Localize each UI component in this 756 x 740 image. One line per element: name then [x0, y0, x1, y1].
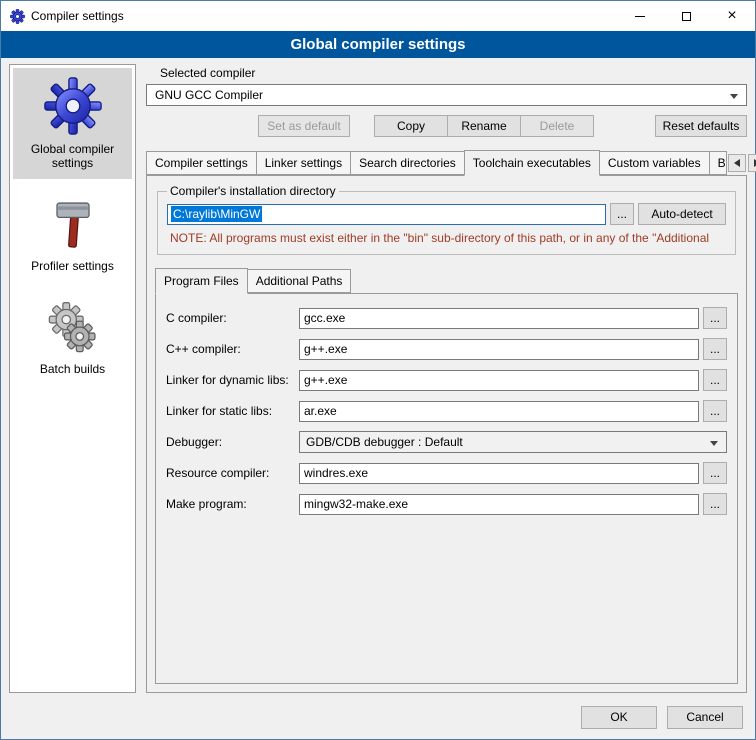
bin-subdirectory-note: NOTE: All programs must exist either in …	[170, 231, 723, 245]
installation-directory-legend: Compiler's installation directory	[167, 184, 339, 198]
close-icon[interactable]: ×	[709, 1, 755, 31]
program-files-tabstrip: Program Files Additional Paths	[155, 268, 738, 293]
tab-toolchain-executables[interactable]: Toolchain executables	[464, 150, 600, 176]
compiler-select[interactable]: GNU GCC Compiler	[146, 84, 747, 106]
form-row-debugger: Debugger: GDB/CDB debugger : Default	[166, 431, 727, 453]
maximize-icon[interactable]	[663, 1, 709, 31]
debugger-select[interactable]: GDB/CDB debugger : Default	[299, 431, 727, 453]
sidebar-item-global-compiler-settings[interactable]: Global compiler settings	[13, 68, 132, 179]
installation-directory-group: Compiler's installation directory C:\ray…	[157, 184, 736, 255]
sidebar-item-label: Profiler settings	[31, 259, 114, 273]
chevron-down-icon	[710, 441, 718, 446]
linker-dynamic-browse-button[interactable]: ...	[703, 369, 727, 391]
make-program-label: Make program:	[166, 497, 299, 511]
selected-compiler-label: Selected compiler	[160, 66, 747, 80]
compiler-select-value: GNU GCC Compiler	[155, 88, 263, 102]
sidebar-item-label: Batch builds	[40, 362, 105, 376]
sidebar-item-label: Global compiler settings	[15, 142, 130, 170]
form-row-resource-compiler: Resource compiler: ...	[166, 462, 727, 484]
titlebar: Compiler settings ×	[1, 1, 755, 31]
settings-tabstrip: Compiler settings Linker settings Search…	[146, 150, 747, 175]
tab-linker-settings[interactable]: Linker settings	[256, 151, 351, 175]
linker-static-input[interactable]	[299, 401, 699, 422]
linker-dynamic-label: Linker for dynamic libs:	[166, 373, 299, 387]
tab-search-directories[interactable]: Search directories	[350, 151, 465, 175]
tab-build-options-truncated[interactable]: Buil	[709, 151, 727, 175]
tab-custom-variables[interactable]: Custom variables	[599, 151, 710, 175]
sidebar-item-batch-builds[interactable]: Batch builds	[13, 292, 132, 385]
form-row-make-program: Make program: ...	[166, 493, 727, 515]
delete-button: Delete	[520, 115, 594, 137]
compiler-settings-window: Compiler settings × Global compiler sett…	[0, 0, 756, 740]
cpp-compiler-label: C++ compiler:	[166, 342, 299, 356]
tab-compiler-settings[interactable]: Compiler settings	[146, 151, 257, 175]
form-row-linker-static: Linker for static libs: ...	[166, 400, 727, 422]
debugger-label: Debugger:	[166, 435, 299, 449]
c-compiler-browse-button[interactable]: ...	[703, 307, 727, 329]
copy-button[interactable]: Copy	[374, 115, 448, 137]
form-row-linker-dynamic: Linker for dynamic libs: ...	[166, 369, 727, 391]
rename-button[interactable]: Rename	[447, 115, 521, 137]
debugger-select-value: GDB/CDB debugger : Default	[306, 435, 463, 449]
linker-static-label: Linker for static libs:	[166, 404, 299, 418]
set-as-default-button: Set as default	[258, 115, 350, 137]
sidebar-item-profiler-settings[interactable]: Profiler settings	[13, 189, 132, 282]
cancel-button[interactable]: Cancel	[667, 706, 743, 729]
compiler-actions: Set as default Copy Rename Delete Reset …	[146, 115, 747, 137]
make-program-input[interactable]	[299, 494, 699, 515]
c-compiler-label: C compiler:	[166, 311, 299, 325]
install-dir-value: C:\raylib\MinGW	[171, 206, 262, 222]
tab-program-files[interactable]: Program Files	[155, 268, 248, 294]
app-gear-icon	[10, 9, 25, 24]
settings-category-list: Global compiler settings Profiler settin…	[9, 64, 136, 693]
auto-detect-button[interactable]: Auto-detect	[638, 203, 726, 225]
arrow-left-icon	[734, 159, 740, 167]
tab-scroll-left-button[interactable]	[728, 154, 746, 172]
install-dir-input[interactable]: C:\raylib\MinGW	[167, 204, 606, 225]
cpp-compiler-input[interactable]	[299, 339, 699, 360]
form-row-cpp-compiler: C++ compiler: ...	[166, 338, 727, 360]
linker-static-browse-button[interactable]: ...	[703, 400, 727, 422]
linker-dynamic-input[interactable]	[299, 370, 699, 391]
resource-compiler-browse-button[interactable]: ...	[703, 462, 727, 484]
toolchain-executables-panel: Compiler's installation directory C:\ray…	[146, 175, 747, 693]
ok-button[interactable]: OK	[581, 706, 657, 729]
chevron-down-icon	[730, 94, 738, 99]
page-title: Global compiler settings	[1, 31, 755, 58]
c-compiler-input[interactable]	[299, 308, 699, 329]
cpp-compiler-browse-button[interactable]: ...	[703, 338, 727, 360]
reset-defaults-button[interactable]: Reset defaults	[655, 115, 747, 137]
tab-scroll-right-button[interactable]	[748, 154, 756, 172]
profiler-hammer-icon	[46, 198, 100, 252]
make-program-browse-button[interactable]: ...	[703, 493, 727, 515]
grey-gears-icon	[46, 301, 100, 355]
minimize-icon[interactable]	[617, 1, 663, 31]
program-files-panel: C compiler: ... C++ compiler: ... Linker…	[155, 293, 738, 684]
dialog-footer: OK Cancel	[1, 695, 755, 739]
tab-additional-paths[interactable]: Additional Paths	[247, 269, 352, 293]
window-title: Compiler settings	[31, 9, 124, 23]
resource-compiler-label: Resource compiler:	[166, 466, 299, 480]
install-dir-browse-button[interactable]: ...	[610, 203, 634, 225]
resource-compiler-input[interactable]	[299, 463, 699, 484]
form-row-c-compiler: C compiler: ...	[166, 307, 727, 329]
blue-gear-icon	[44, 77, 102, 135]
